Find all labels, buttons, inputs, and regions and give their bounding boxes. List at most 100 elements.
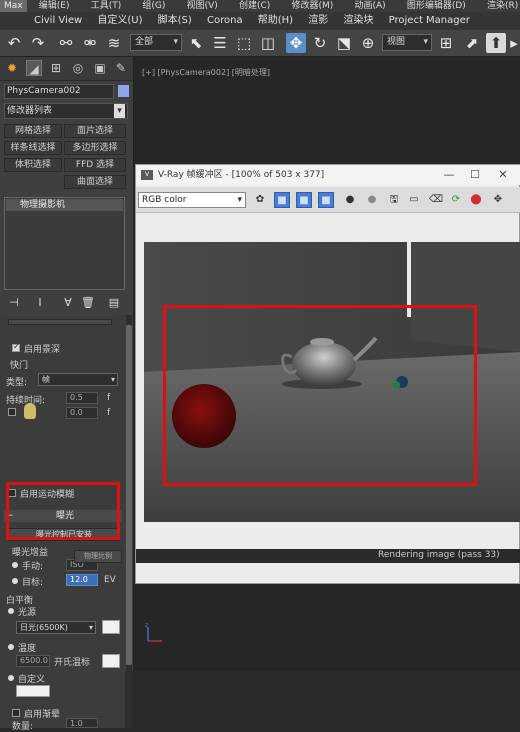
amount-spinner[interactable]: 1.0 [66, 718, 98, 728]
mesh-select-button[interactable]: 网格选择 [4, 124, 62, 138]
save-image-icon[interactable]: 🖫 [386, 192, 402, 208]
hierarchy-tab-icon[interactable]: ⊞ [48, 60, 64, 76]
custom-label: 自定义 [18, 675, 46, 685]
selection-filter-combo[interactable]: 全部 [130, 34, 182, 51]
illuminant-radio[interactable] [8, 608, 14, 614]
command-panel-scrollbar[interactable] [126, 315, 132, 728]
physical-scale-button[interactable]: 物理比例 [74, 550, 122, 563]
ffd-select-button[interactable]: FFD 选择 [64, 158, 126, 172]
menu-graph-editors[interactable]: 图形编辑器(D) [398, 0, 475, 12]
channel-combo[interactable]: RGB color [138, 192, 246, 208]
menu-render-block[interactable]: 渲染块 [337, 12, 379, 30]
clear-image-icon[interactable]: ⌫ [428, 192, 444, 208]
scale-icon[interactable]: ⬔ [334, 33, 354, 53]
color-channels-icon[interactable]: ✿ [252, 192, 268, 208]
display-tab-icon[interactable]: ▣ [92, 60, 108, 76]
custom-radio[interactable] [8, 675, 14, 681]
select-by-name-icon[interactable]: ☰ [210, 33, 230, 53]
offset-spinner[interactable]: 0.0 [66, 407, 98, 419]
utilities-tab-icon[interactable]: ✎ [113, 60, 129, 76]
minimize-icon[interactable]: — [436, 165, 462, 185]
undo-icon[interactable]: ↶ [4, 33, 24, 53]
show-end-result-icon[interactable]: Ⅰ [32, 295, 48, 310]
menu-views[interactable]: 视图(V) [178, 0, 227, 12]
spline-select-button[interactable]: 样条线选择 [4, 141, 62, 155]
menu-civil-view[interactable]: Civil View [28, 12, 88, 30]
temperature-radio[interactable] [8, 644, 14, 650]
select-manipulate-icon[interactable]: ⬈ [462, 33, 482, 53]
unlink-icon[interactable]: ⚮ [80, 33, 100, 53]
duration-spinner[interactable]: 0.5 [66, 392, 98, 404]
render-icon[interactable]: ⟳ [448, 192, 464, 208]
red-channel-button[interactable]: ■ [274, 192, 290, 208]
window-crossing-icon[interactable]: ◫ [258, 33, 278, 53]
menu-scripting[interactable]: 脚本(S) [152, 12, 198, 30]
modifier-list-dropdown[interactable]: 修改器列表 [4, 103, 128, 119]
bind-space-warp-icon[interactable]: ≋ [104, 33, 124, 53]
menu-customize[interactable]: 自定义(U) [91, 12, 148, 30]
move-icon[interactable]: ✥ [286, 33, 306, 53]
motion-tab-icon[interactable]: ◎ [70, 60, 86, 76]
mono-icon[interactable]: ● [364, 192, 380, 208]
menu-modifiers[interactable]: 修改器(M) [282, 0, 342, 12]
blue-channel-button[interactable]: ■ [318, 192, 334, 208]
enable-dof-checkbox[interactable] [12, 342, 20, 352]
vignette-checkbox[interactable] [12, 709, 20, 717]
manual-radio[interactable] [12, 562, 18, 568]
viewport-label[interactable]: [+] [PhysCamera002] [明暗处理] [142, 67, 270, 78]
menu-edit[interactable]: 编辑(E) [30, 0, 79, 12]
menu-render-plugin[interactable]: 渲影 [302, 12, 334, 30]
modify-tab-icon[interactable]: ◢ [26, 60, 42, 76]
shutter-type-dropdown[interactable]: 帧 [38, 373, 118, 386]
menu-animation[interactable]: 动画(A) [345, 0, 394, 12]
link-icon[interactable]: ⚯ [56, 33, 76, 53]
vfb-title-bar[interactable]: V V-Ray 帧缓冲区 - [100% of 503 x 377] — ☐ ✕ [136, 165, 520, 185]
reference-coord-combo[interactable]: 视图 [382, 34, 432, 51]
target-ev-spinner[interactable]: 12.0 [66, 574, 98, 586]
rect-selection-icon[interactable]: ⬚ [234, 33, 254, 53]
illuminant-dropdown[interactable]: 日光(6500K) [16, 621, 96, 634]
stop-render-icon[interactable]: ⬤ [468, 192, 484, 208]
placement-icon[interactable]: ⊕ [358, 33, 378, 53]
alpha-icon[interactable]: ● [342, 192, 358, 208]
target-radio[interactable] [12, 578, 18, 584]
patch-select-button[interactable]: 面片选择 [64, 124, 126, 138]
duration-unit: f [107, 393, 111, 403]
pivot-icon[interactable]: ⊞ [436, 33, 456, 53]
keyboard-shortcut-icon[interactable]: ⬆ [486, 33, 506, 53]
configure-sets-icon[interactable]: ▤ [106, 295, 122, 310]
object-name-field[interactable]: PhysCamera002 [4, 84, 114, 99]
app-logo[interactable]: Max [0, 0, 27, 12]
menu-tools[interactable]: 工具(T) [82, 0, 131, 12]
temperature-spinner[interactable]: 6500.0 [16, 655, 50, 667]
menu-project-manager[interactable]: Project Manager [383, 12, 476, 30]
make-unique-icon[interactable]: ∀ [60, 295, 76, 310]
stack-item-physical-camera[interactable]: 物理摄影机 [6, 199, 123, 211]
vol-select-button[interactable]: 体积选择 [4, 158, 62, 172]
remove-modifier-icon[interactable]: 🗑 [80, 295, 96, 310]
green-channel-button[interactable]: ■ [296, 192, 312, 208]
illuminant-color-swatch[interactable] [102, 620, 120, 634]
custom-color-swatch[interactable] [16, 685, 50, 697]
redo-icon[interactable]: ↷ [28, 33, 48, 53]
menu-rendering[interactable]: 渲染(R) [478, 0, 520, 12]
temperature-color-swatch[interactable] [102, 654, 120, 668]
menu-create[interactable]: 创建(C) [230, 0, 279, 12]
create-tab-icon[interactable]: ✹ [4, 60, 20, 76]
poly-select-button[interactable]: 多边形选择 [64, 141, 126, 155]
track-mouse-icon[interactable]: ✥ [490, 192, 506, 208]
surface-select-button[interactable]: 曲面选择 [64, 175, 126, 189]
more-icon[interactable]: ▸ [508, 33, 520, 53]
maximize-icon[interactable]: ☐ [462, 165, 488, 185]
offset-checkbox[interactable] [8, 408, 16, 416]
scrollbar-thumb[interactable] [126, 325, 132, 665]
select-object-icon[interactable]: ⬉ [186, 33, 206, 53]
menu-group[interactable]: 组(G) [133, 0, 174, 12]
pin-stack-icon[interactable]: ⊣ [6, 295, 22, 310]
rotate-icon[interactable]: ↻ [310, 33, 330, 53]
menu-help[interactable]: 帮助(H) [252, 12, 299, 30]
close-icon[interactable]: ✕ [490, 165, 516, 185]
object-color-swatch[interactable] [118, 85, 129, 97]
load-image-icon[interactable]: ▭ [406, 192, 422, 208]
menu-corona[interactable]: Corona [201, 12, 249, 30]
